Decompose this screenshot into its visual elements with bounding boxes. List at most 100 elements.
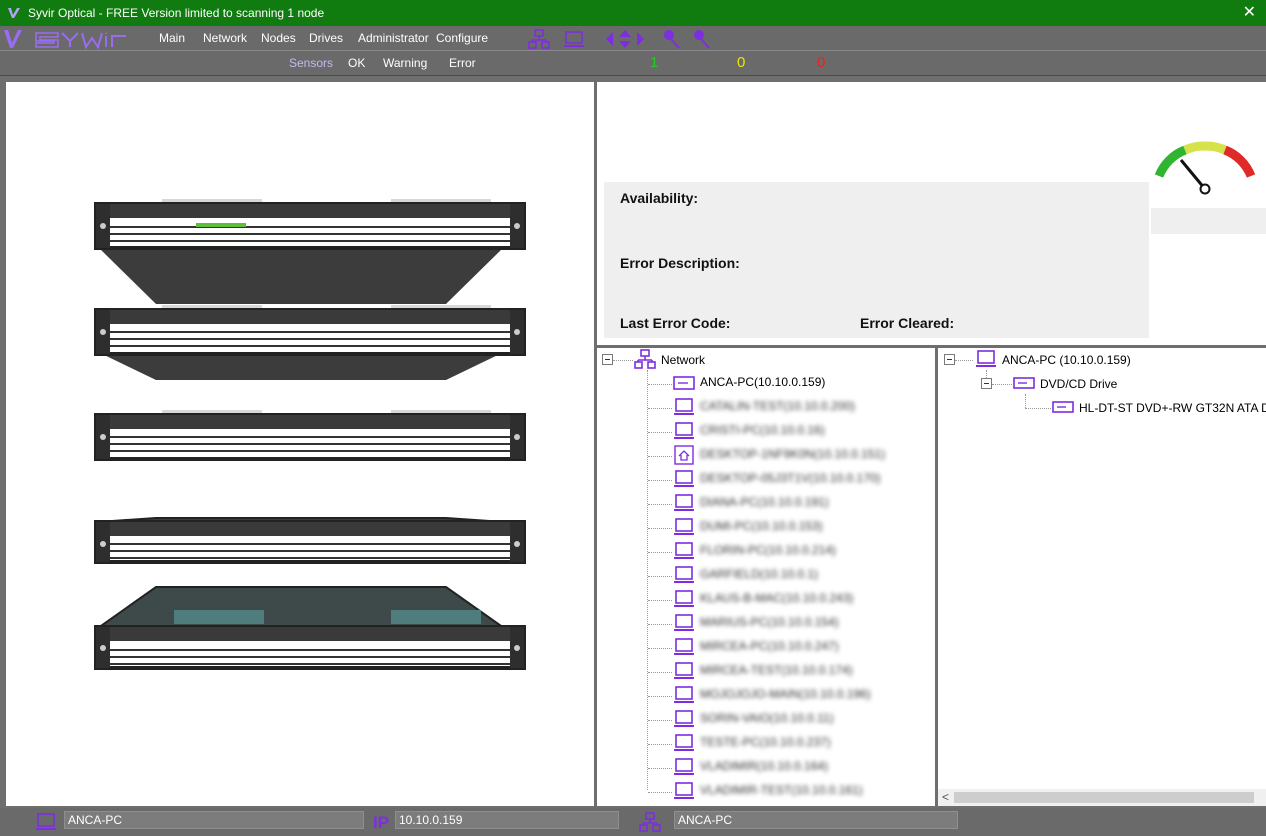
availability-gauge-icon — [1154, 141, 1256, 195]
unpin-icon[interactable] — [690, 28, 712, 50]
scroll-thumb[interactable] — [954, 792, 1254, 803]
network-node-label: CATALIN-TEST(10.10.0.200) — [700, 399, 855, 413]
close-icon[interactable]: ✕ — [1243, 2, 1256, 22]
network-node-item[interactable]: KLAUS-B-MAC(10.10.0.243) — [672, 588, 932, 612]
network-node-item[interactable]: MOJOJOJO-MAIN(10.10.0.196) — [672, 684, 932, 708]
menu-administrator[interactable]: Administrator — [358, 31, 429, 45]
laptop-icon[interactable] — [563, 28, 585, 50]
warning-count: 0 — [737, 54, 746, 71]
rack-unit-2[interactable] — [94, 305, 526, 380]
laptop-icon — [674, 782, 694, 799]
laptop-icon — [674, 638, 694, 655]
syvir-logo-icon — [4, 30, 126, 50]
laptop-icon — [674, 422, 694, 439]
rack-unit-4[interactable] — [94, 517, 526, 564]
rack-unit-1[interactable] — [94, 199, 526, 304]
ip-label: IP — [373, 813, 390, 832]
error-count: 0 — [817, 54, 826, 71]
dvd-category-label: DVD/CD Drive — [1040, 377, 1118, 391]
laptop-icon — [674, 542, 694, 559]
network-node-item[interactable]: DESKTOP-05J3T1V(10.10.0.170) — [672, 468, 932, 492]
network-node-label: MIRCEA-PC(10.10.0.247) — [700, 639, 839, 653]
menu-drives[interactable]: Drives — [309, 31, 343, 45]
pc-collapse-toggle[interactable] — [944, 354, 955, 365]
network-tree-icon[interactable] — [528, 28, 550, 50]
sensor-ok-label[interactable]: OK — [348, 56, 365, 70]
menu-main[interactable]: Main — [159, 31, 185, 45]
network-node-item[interactable]: CRISTI-PC(10.10.0.16) — [672, 420, 932, 444]
network-node-label: DUMI-PC(10.10.0.153) — [700, 519, 823, 533]
ok-count: 1 — [650, 54, 659, 71]
status-node-name: ANCA-PC — [64, 811, 364, 829]
laptop-icon — [674, 734, 694, 751]
network-node-item[interactable]: VLADIMIR(10.10.0.164) — [672, 756, 932, 780]
app-window: Syvir Optical - FREE Version limited to … — [0, 0, 1266, 836]
availability-label: Availability: — [620, 190, 699, 206]
network-node-label: KLAUS-B-MAC(10.10.0.243) — [700, 591, 854, 605]
dvd-collapse-toggle[interactable] — [981, 378, 992, 389]
dvd-device-label: HL-DT-ST DVD+-RW GT32N ATA Device — [1079, 401, 1266, 415]
network-tree-panel[interactable]: Network ANCA-PC(10.10.0.159) CATALIN-TEST… — [597, 348, 935, 806]
sensor-error-label[interactable]: Error — [449, 56, 476, 70]
network-node-label: VLADIMIR-TEST(10.10.0.161) — [700, 783, 863, 797]
network-node-item[interactable]: MIRCEA-PC(10.10.0.247) — [672, 636, 932, 660]
network-node-item[interactable]: SORIN-VAIO(10.10.0.11) — [672, 708, 932, 732]
status-bar: ANCA-PC IP 10.10.0.159 ANCA-PC — [0, 808, 1266, 836]
drive-icon — [673, 376, 695, 390]
error-description-label: Error Description: — [620, 255, 740, 271]
sensors-label[interactable]: Sensors — [289, 56, 333, 70]
error-cleared-label: Error Cleared: — [860, 315, 955, 331]
horizontal-scrollbar[interactable]: < — [938, 789, 1266, 806]
network-node-item[interactable]: DIANA-PC(10.10.0.191) — [672, 492, 932, 516]
network-node-label: SORIN-VAIO(10.10.0.11) — [700, 711, 834, 725]
network-node-item[interactable]: DESKTOP-1NF9K0N(10.10.0.151) — [672, 444, 932, 468]
tree-root-label: Network — [661, 353, 706, 367]
network-node-label: MARIUS-PC(10.10.0.154) — [700, 615, 839, 629]
menu-network[interactable]: Network — [203, 31, 247, 45]
network-node-item[interactable]: DUMI-PC(10.10.0.153) — [672, 516, 932, 540]
pin-icon[interactable] — [660, 28, 682, 50]
network-node-item[interactable]: MIRCEA-TEST(10.10.0.174) — [672, 660, 932, 684]
rack-view-panel[interactable] — [6, 82, 594, 806]
network-node-item[interactable]: CATALIN-TEST(10.10.0.200) — [672, 396, 932, 420]
status-network-node: ANCA-PC — [674, 811, 958, 829]
network-node-item[interactable]: VLADIMIR-TEST(10.10.0.161) — [672, 780, 932, 804]
title-bar: Syvir Optical - FREE Version limited to … — [0, 0, 1266, 26]
laptop-icon — [674, 710, 694, 727]
laptop-icon — [36, 813, 56, 830]
device-tree-panel[interactable]: ANCA-PC (10.10.0.159) DVD/CD Drive HL-DT… — [938, 348, 1266, 806]
network-node-label: FLORIN-PC(10.10.0.214) — [700, 543, 837, 557]
network-node-item[interactable]: GARFIELD(10.10.0.1) — [672, 564, 932, 588]
rack-unit-3[interactable] — [94, 410, 526, 461]
network-node-item[interactable]: ANCA-PC(10.10.0.159) — [672, 372, 932, 396]
network-node-label: VLADIMIR(10.10.0.164) — [700, 759, 829, 773]
sensors-bar: Sensors OK Warning Error 1 0 0 — [0, 51, 1266, 76]
gauge-value-box — [1151, 208, 1266, 234]
network-node-label: ANCA-PC(10.10.0.159) — [700, 375, 826, 389]
last-error-code-label: Last Error Code: — [620, 315, 731, 331]
rack-unit-5[interactable] — [94, 586, 526, 670]
network-tree-icon — [639, 812, 661, 832]
laptop-icon — [976, 350, 996, 367]
network-tree-icon — [634, 349, 656, 369]
sensor-warning-label[interactable]: Warning — [383, 56, 427, 70]
network-node-item[interactable]: TESTE-PC(10.10.0.237) — [672, 732, 932, 756]
network-collapse-toggle[interactable] — [602, 354, 613, 365]
laptop-icon — [674, 566, 694, 583]
menu-nodes[interactable]: Nodes — [261, 31, 296, 45]
network-node-label: DESKTOP-05J3T1V(10.10.0.170) — [700, 471, 881, 485]
drive-icon — [1052, 401, 1074, 413]
network-node-label: DESKTOP-1NF9K0N(10.10.0.151) — [700, 447, 886, 461]
laptop-icon — [674, 470, 694, 487]
laptop-icon — [674, 662, 694, 679]
home-icon — [674, 445, 694, 465]
network-node-item[interactable]: FLORIN-PC(10.10.0.214) — [672, 540, 932, 564]
status-ip-value: 10.10.0.159 — [395, 811, 619, 829]
navigate-arrows-icon[interactable] — [604, 28, 646, 50]
network-node-label: DIANA-PC(10.10.0.191) — [700, 495, 829, 509]
network-node-item[interactable]: MARIUS-PC(10.10.0.154) — [672, 612, 932, 636]
menu-configure[interactable]: Configure — [436, 31, 488, 45]
pc-node-label: ANCA-PC (10.10.0.159) — [1002, 353, 1131, 367]
laptop-icon — [674, 614, 694, 631]
scroll-left-icon[interactable]: < — [942, 790, 949, 804]
